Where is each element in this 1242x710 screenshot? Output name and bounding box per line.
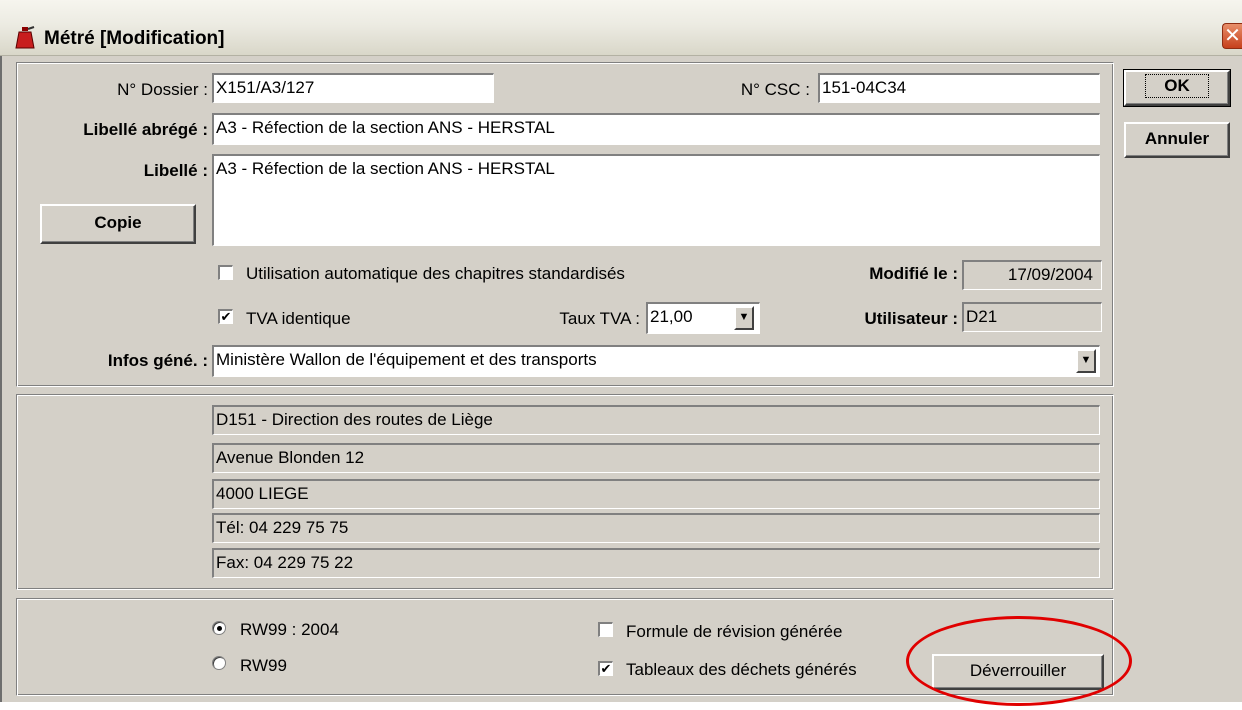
taux-tva-value: 21,00 xyxy=(650,307,693,326)
libelle-label: Libellé : xyxy=(143,161,208,180)
tva-identique-checkbox[interactable]: ✔ xyxy=(218,309,233,324)
chapitres-checkbox[interactable] xyxy=(218,265,233,280)
fire-extinguisher-icon xyxy=(12,25,38,51)
formule-label: Formule de révision générée xyxy=(626,622,843,641)
address-line: Avenue Blonden 12 xyxy=(212,443,1100,473)
modifie-label: Modifié le : xyxy=(869,264,958,283)
close-icon: ✕ xyxy=(1224,25,1241,47)
dossier-label: N° Dossier : xyxy=(117,80,208,99)
ok-button[interactable]: OK xyxy=(1123,69,1231,107)
address-line: 4000 LIEGE xyxy=(212,479,1100,509)
window-title: Métré [Modification] xyxy=(44,28,225,49)
libelle-textarea[interactable]: A3 - Réfection de la section ANS - HERST… xyxy=(212,154,1100,246)
libelle-abrege-label: Libellé abrégé : xyxy=(83,120,208,139)
address-line: D151 - Direction des routes de Liège xyxy=(212,405,1100,435)
radio-dot-icon xyxy=(217,626,222,631)
infos-value: Ministère Wallon de l'équipement et des … xyxy=(216,350,597,369)
rw99-2004-label: RW99 : 2004 xyxy=(240,620,339,639)
title-bar[interactable]: Métré [Modification] ✕ xyxy=(0,0,1242,56)
tableaux-label: Tableaux des déchets générés xyxy=(626,660,857,679)
rw99-radio[interactable] xyxy=(212,656,226,670)
utilisateur-label: Utilisateur : xyxy=(864,309,958,328)
close-button[interactable]: ✕ xyxy=(1222,23,1242,49)
chevron-down-icon[interactable]: ▼ xyxy=(734,306,754,330)
checkmark-icon: ✔ xyxy=(600,661,612,676)
infos-select[interactable]: Ministère Wallon de l'équipement et des … xyxy=(212,345,1100,377)
taux-tva-label: Taux TVA : xyxy=(559,309,640,328)
modifie-value: 17/09/2004 xyxy=(962,260,1102,290)
rw99-label: RW99 xyxy=(240,656,287,675)
infos-label: Infos géné. : xyxy=(107,351,208,370)
formule-checkbox[interactable] xyxy=(598,622,613,637)
dossier-input[interactable]: X151/A3/127 xyxy=(212,73,494,103)
tva-identique-label: TVA identique xyxy=(246,309,351,328)
rw99-2004-radio[interactable] xyxy=(212,621,226,635)
highlight-ellipse xyxy=(906,616,1132,706)
libelle-abrege-input[interactable]: A3 - Réfection de la section ANS - HERST… xyxy=(212,113,1100,145)
chapitres-label: Utilisation automatique des chapitres st… xyxy=(246,264,625,283)
csc-input[interactable]: 151-04C34 xyxy=(818,73,1100,103)
utilisateur-value: D21 xyxy=(962,302,1102,332)
address-line: Tél: 04 229 75 75 xyxy=(212,513,1100,543)
annuler-button[interactable]: Annuler xyxy=(1124,122,1230,158)
ok-label: OK xyxy=(1145,74,1209,98)
address-line: Fax: 04 229 75 22 xyxy=(212,548,1100,578)
tableaux-checkbox[interactable]: ✔ xyxy=(598,661,613,676)
checkmark-icon: ✔ xyxy=(220,309,232,324)
csc-label: N° CSC : xyxy=(740,80,810,99)
copie-button[interactable]: Copie xyxy=(40,204,196,244)
chevron-down-icon[interactable]: ▼ xyxy=(1076,349,1096,373)
